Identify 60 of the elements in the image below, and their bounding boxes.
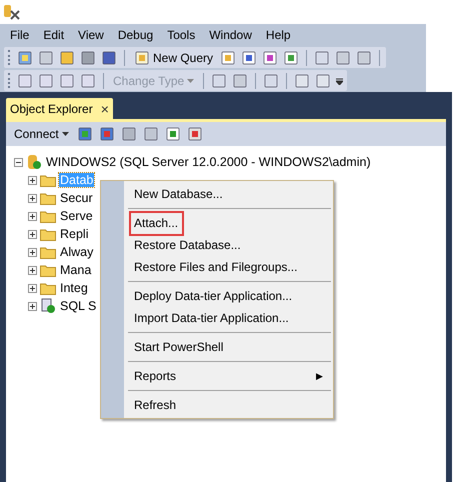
folder-icon — [40, 282, 56, 294]
object-explorer-tab[interactable]: Object Explorer × — [6, 98, 113, 119]
menu-item[interactable]: File — [3, 28, 36, 42]
expand-icon[interactable] — [28, 212, 37, 220]
tree-item[interactable]: Serve — [59, 209, 94, 223]
caret-icon — [62, 132, 69, 136]
folder-icon — [40, 174, 56, 186]
tree-item[interactable]: WINDOWS2 (SQL Server 12.0.2000 - WINDOWS2\admin) — [45, 155, 372, 169]
menu-item[interactable]: Edit — [36, 28, 72, 42]
menu-item[interactable]: Restore Database... — [124, 234, 333, 256]
expand-icon[interactable] — [28, 248, 37, 256]
expand-icon[interactable] — [28, 302, 37, 310]
folder-icon — [40, 192, 56, 204]
expand-icon[interactable] — [28, 266, 37, 274]
menu-item[interactable]: Import Data-tier Application... — [124, 307, 333, 329]
connect-button[interactable]: Connect — [12, 124, 71, 144]
close-button[interactable]: × — [100, 100, 109, 116]
menu-item-label: Start PowerShell — [133, 338, 224, 356]
menu-item[interactable]: Tools — [160, 28, 202, 42]
agent-icon — [40, 298, 56, 314]
menu-item-label: Restore Files and Filegroups... — [133, 258, 298, 276]
app-icon — [3, 3, 21, 21]
menu-item-label: Attach... — [129, 210, 184, 236]
tree-item[interactable]: Integ — [59, 281, 89, 295]
tree-item[interactable]: Alway — [59, 245, 94, 259]
overflow-icon[interactable] — [336, 76, 344, 84]
menu-item[interactable]: New Database... — [124, 183, 333, 205]
expand-icon[interactable] — [28, 284, 37, 292]
server-icon — [26, 154, 42, 170]
menu-item[interactable]: Help — [258, 28, 298, 42]
tree-item[interactable]: Repli — [59, 227, 90, 241]
submenu-arrow: ▶ — [316, 371, 323, 381]
menu-item[interactable]: Restore Files and Filegroups... — [124, 256, 333, 278]
folder-icon — [40, 264, 56, 276]
menu-item-label: Import Data-tier Application... — [133, 310, 290, 326]
menu-item[interactable]: Window — [202, 28, 259, 42]
menu-item[interactable]: Reports ▶ — [124, 365, 333, 387]
collapse-icon[interactable] — [14, 158, 23, 166]
expand-icon[interactable] — [28, 176, 37, 184]
tree-item[interactable]: SQL S — [59, 299, 98, 313]
expand-icon[interactable] — [28, 194, 37, 202]
menu-item-label: Restore Database... — [133, 236, 242, 254]
menu-item-label: New Database... — [133, 186, 224, 202]
menu-item[interactable]: View — [71, 28, 111, 42]
menu-item[interactable]: Attach... — [124, 212, 333, 234]
tree-item[interactable]: Mana — [59, 263, 92, 277]
menu-item-label: Reports — [133, 368, 178, 384]
tree-item[interactable]: Secur — [59, 191, 94, 205]
caret-icon — [187, 78, 194, 82]
menu-item[interactable]: Debug — [110, 28, 160, 42]
expand-icon[interactable] — [28, 230, 37, 238]
menu-item-label: Refresh — [133, 396, 178, 414]
folder-icon — [40, 210, 56, 222]
new-query-button[interactable]: New Query — [132, 48, 216, 67]
folder-icon — [40, 246, 56, 258]
menu-item[interactable]: Start PowerShell — [124, 336, 333, 358]
folder-icon — [40, 228, 56, 240]
menu-item-label: Deploy Data-tier Application... — [133, 288, 294, 304]
menu-item[interactable]: Refresh — [124, 394, 333, 416]
menu-item[interactable]: Deploy Data-tier Application... — [124, 285, 333, 307]
